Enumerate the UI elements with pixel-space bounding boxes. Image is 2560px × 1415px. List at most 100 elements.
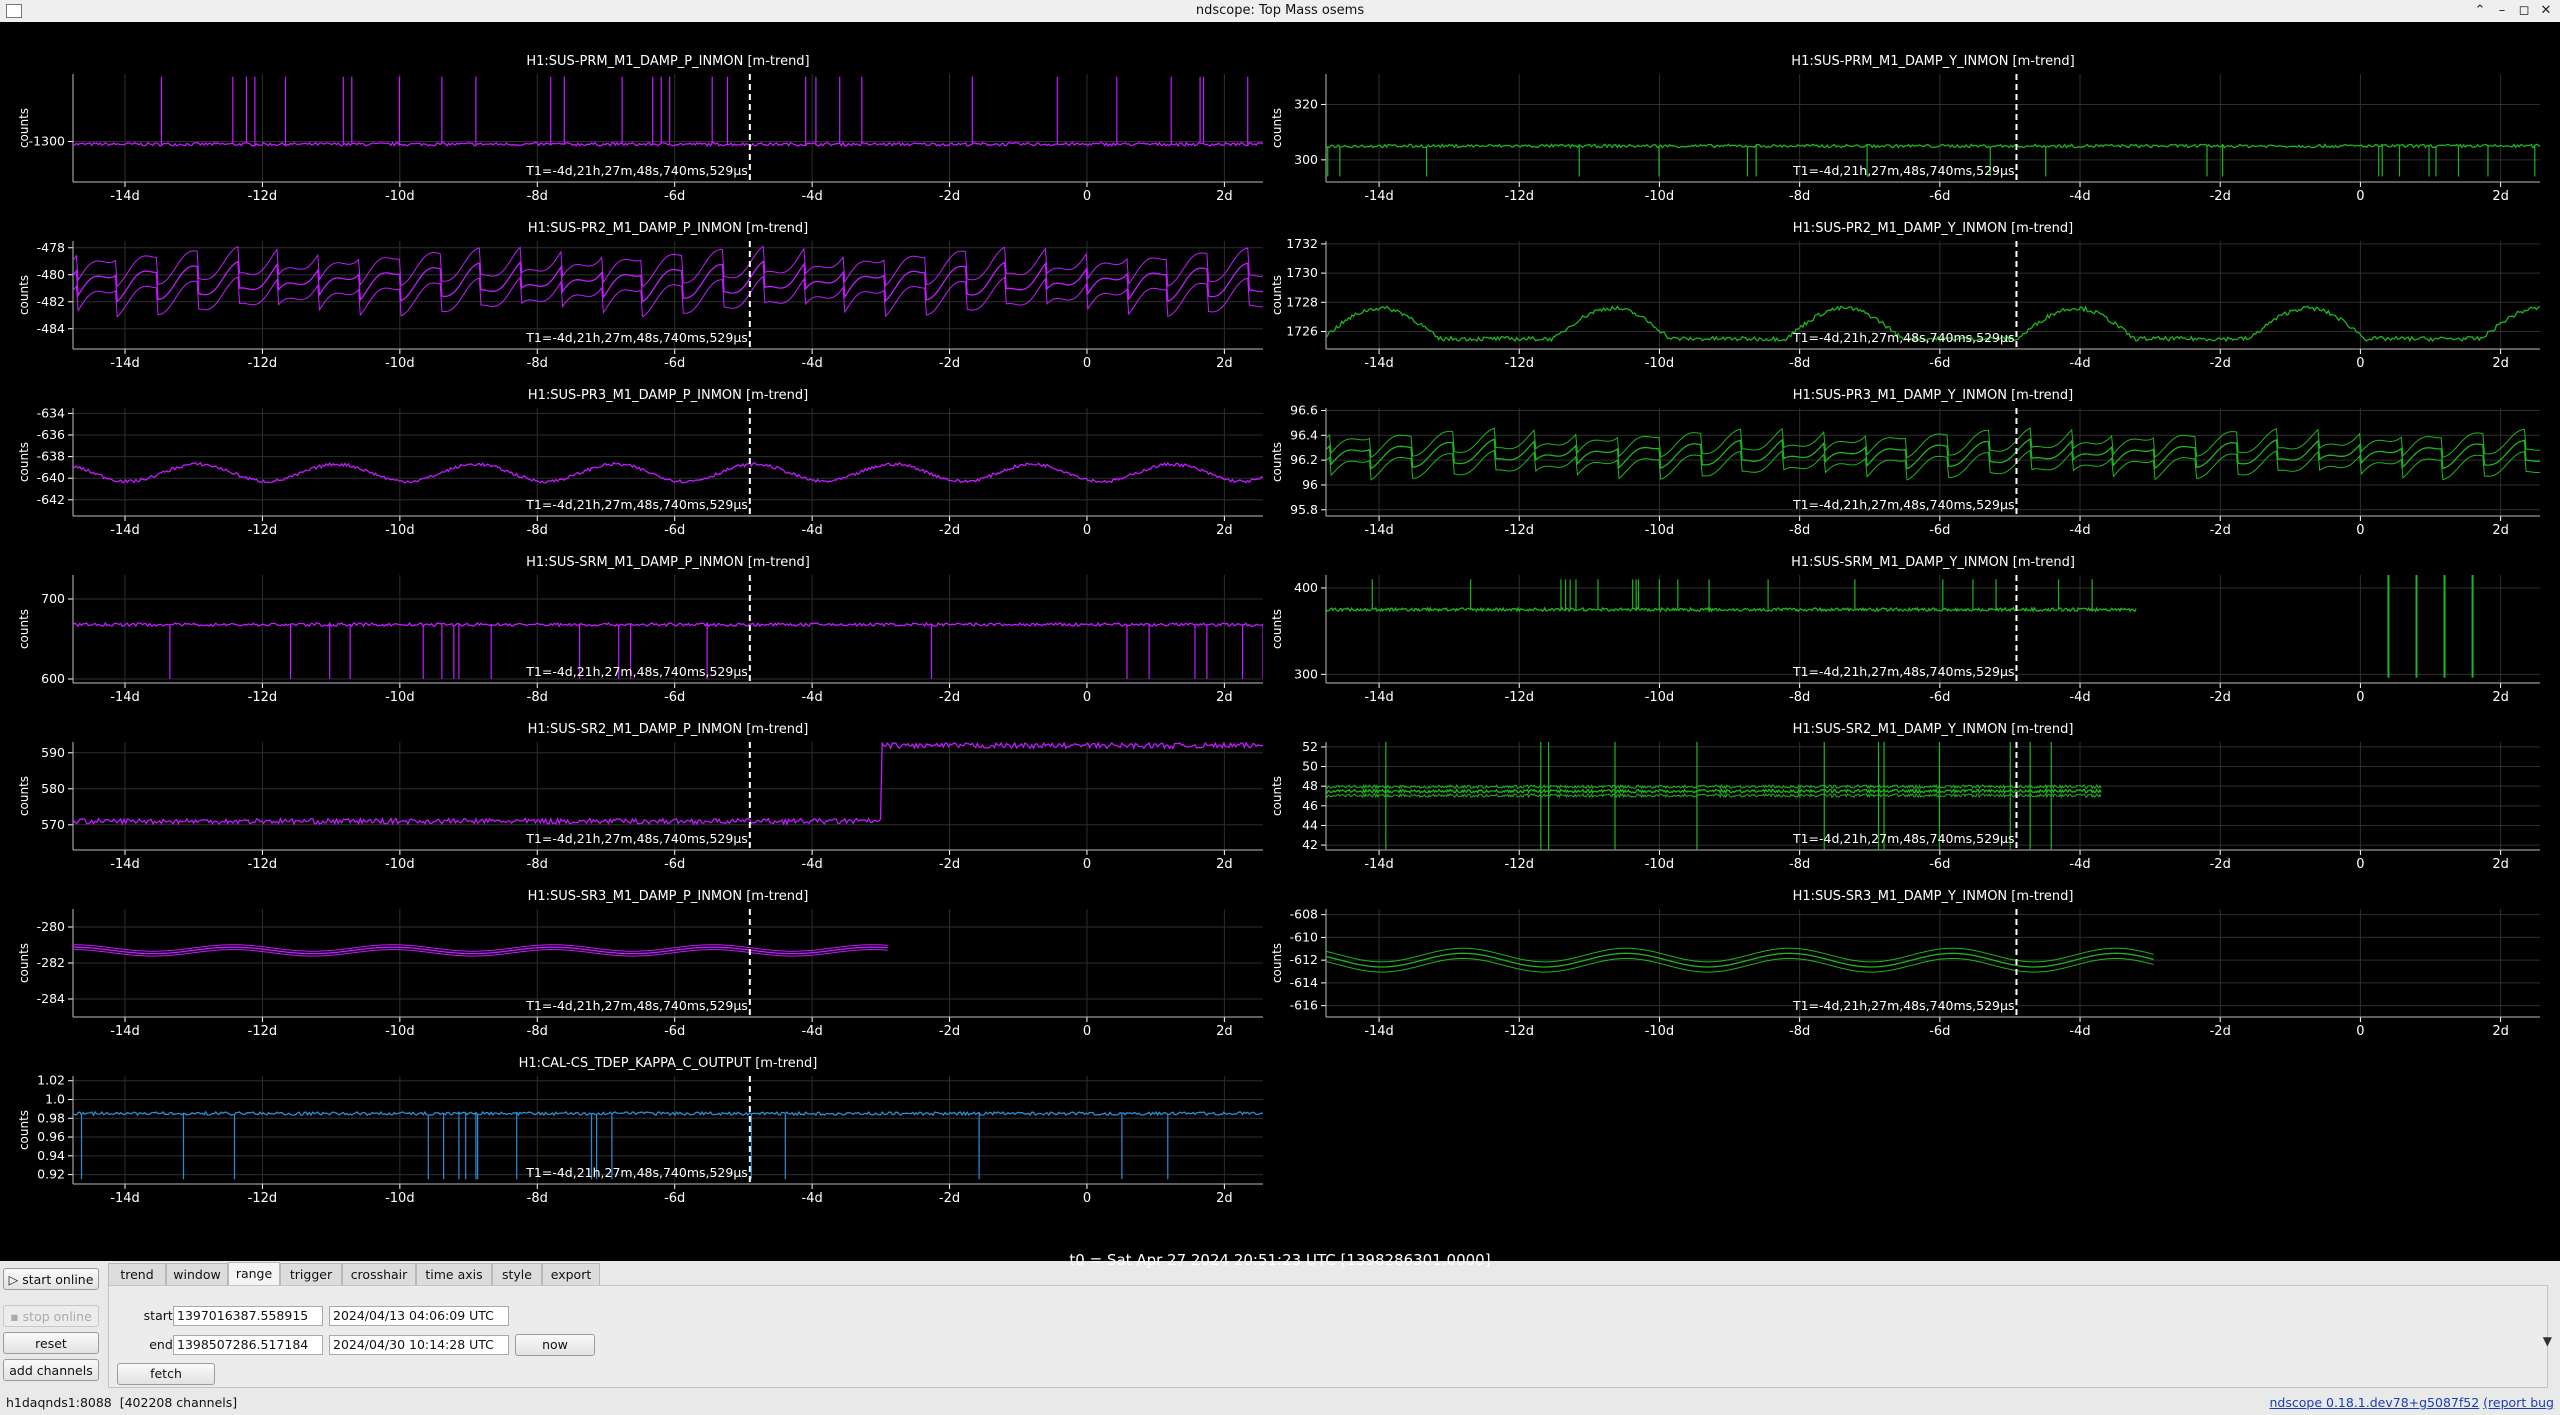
window-minimize-button[interactable]: – (2492, 1, 2512, 21)
x-tick-label: 0 (1083, 690, 1091, 705)
trace-line (73, 621, 1263, 628)
tab-export[interactable]: export (542, 1263, 600, 1285)
y-axis-label: counts (1270, 275, 1284, 315)
x-tick-label: -4d (2069, 690, 2090, 705)
y-axis-label: counts (1270, 776, 1284, 816)
reset-button[interactable]: reset (3, 1332, 99, 1354)
scroll-down-icon[interactable]: ▼ (2543, 1334, 2552, 1348)
x-tick-label: 2d (1216, 1191, 1233, 1206)
y-axis-label: counts (17, 275, 31, 315)
window-shade-button[interactable]: ⌃ (2470, 1, 2490, 21)
start-online-label: start online (22, 1272, 94, 1287)
y-tick-label: -642 (37, 492, 65, 507)
x-tick-label: 2d (2492, 189, 2509, 204)
x-tick-label: -6d (664, 523, 685, 538)
now-button[interactable]: now (515, 1334, 595, 1356)
x-tick-label: -14d (1364, 189, 1394, 204)
x-tick-label: -10d (385, 189, 415, 204)
x-tick-label: 0 (2356, 690, 2364, 705)
x-tick-label: -2d (939, 1191, 960, 1206)
plot-title: H1:CAL-CS_TDEP_KAPPA_C_OUTPUT [m-trend] (519, 1056, 818, 1071)
plot-title: H1:SUS-PR3_M1_DAMP_P_INMON [m-trend] (528, 388, 808, 403)
start-utc-field[interactable]: 2024/04/13 04:06:09 UTC (329, 1306, 509, 1326)
plot-panel-6: H1:SUS-SRM_M1_DAMP_P_INMON [m-trend] coun… (17, 555, 1263, 705)
x-tick-label: -6d (1929, 857, 1950, 872)
x-tick-label: -4d (802, 523, 823, 538)
start-online-button[interactable]: ▷ start online (3, 1268, 99, 1290)
plot-panel-0: H1:SUS-PRM_M1_DAMP_P_INMON [m-trend]coun… (17, 54, 1263, 204)
stop-online-label: stop online (22, 1309, 92, 1324)
x-tick-label: -6d (664, 1024, 685, 1039)
fetch-button[interactable]: fetch (117, 1363, 215, 1385)
version-link[interactable]: ndscope 0.18.1.dev78+g5087f52 (2270, 1395, 2480, 1410)
plot-title: H1:SUS-PRM_M1_DAMP_P_INMON [m-trend] (526, 54, 809, 69)
trace-line (73, 1110, 1263, 1117)
x-tick-label: 2d (2492, 356, 2509, 371)
tab-style[interactable]: style (492, 1263, 542, 1285)
y-axis-label: counts (17, 943, 31, 983)
y-tick-label: 0.92 (37, 1167, 65, 1182)
x-tick-label: -12d (1505, 1024, 1535, 1039)
y-tick-label: -640 (37, 470, 65, 485)
plot-panel-5: H1:SUS-PR3_M1_DAMP_Y_INMON [m-trend] coun… (1270, 388, 2540, 538)
window-title: ndscope: Top Mass osems (1195, 3, 1365, 18)
x-tick-label: -10d (385, 857, 415, 872)
x-tick-label: -14d (1364, 523, 1394, 538)
x-tick-label: -2d (2210, 356, 2231, 371)
tab-trend[interactable]: trend (108, 1263, 166, 1285)
t1-cursor-label: T1=-4d,21h,27m,48s,740ms,529μs (525, 831, 748, 846)
y-tick-label: 46 (1302, 798, 1318, 813)
y-tick-label: 44 (1302, 817, 1318, 832)
window-close-button[interactable]: ✕ (2536, 1, 2556, 21)
y-axis-label: counts (17, 609, 31, 649)
y-axis-label: counts (17, 776, 31, 816)
plot-grid[interactable]: H1:SUS-PRM_M1_DAMP_P_INMON [m-trend] coun… (0, 22, 2560, 1269)
plot-panel-12: H1:CAL-CS_TDEP_KAPPA_C_OUTPUT [m-trend] c… (17, 1056, 1263, 1206)
y-tick-label: 96.6 (1290, 402, 1318, 417)
x-tick-label: 0 (1083, 857, 1091, 872)
tab-crosshair[interactable]: crosshair (342, 1263, 416, 1285)
y-tick-label: -608 (1290, 907, 1318, 922)
x-tick-label: -8d (1789, 1024, 1810, 1039)
add-channels-button[interactable]: add channels (3, 1359, 99, 1381)
plot-title: H1:SUS-PRM_M1_DAMP_Y_INMON [m-trend] (1791, 54, 2074, 69)
trace-line (73, 260, 1263, 303)
end-utc-field[interactable]: 2024/04/30 10:14:28 UTC (329, 1335, 509, 1355)
x-tick-label: -4d (2069, 523, 2090, 538)
end-gps-field[interactable]: 1398507286.517184 (173, 1335, 323, 1355)
tab-time-axis[interactable]: time axis (416, 1263, 492, 1285)
y-tick-label: 96 (1302, 477, 1318, 492)
x-tick-label: -8d (527, 356, 548, 371)
x-tick-label: -8d (527, 523, 548, 538)
x-tick-label: -10d (1645, 1024, 1675, 1039)
y-axis-label: counts (17, 442, 31, 482)
x-tick-label: 2d (1216, 1024, 1233, 1039)
plot-title: H1:SUS-PR3_M1_DAMP_Y_INMON [m-trend] (1793, 388, 2073, 403)
y-tick-label: 52 (1302, 739, 1318, 754)
tab-range[interactable]: range (228, 1262, 280, 1286)
x-tick-label: -12d (1505, 356, 1535, 371)
plots-canvas[interactable]: H1:SUS-PRM_M1_DAMP_P_INMON [m-trend] coun… (0, 22, 2560, 1261)
start-label: start: (143, 1308, 177, 1323)
x-tick-label: 2d (1216, 857, 1233, 872)
y-axis-label: counts (1270, 609, 1284, 649)
x-tick-label: -8d (1789, 690, 1810, 705)
start-gps-field[interactable]: 1397016387.558915 (173, 1306, 323, 1326)
x-tick-label: 0 (1083, 189, 1091, 204)
report-bug-link[interactable]: (report bug (2483, 1395, 2554, 1410)
x-tick-label: -6d (1929, 1024, 1950, 1039)
plot-title: H1:SUS-SR3_M1_DAMP_P_INMON [m-trend] (528, 889, 809, 904)
tab-trigger[interactable]: trigger (280, 1263, 342, 1285)
plot-panel-3: H1:SUS-PR2_M1_DAMP_Y_INMON [m-trend] coun… (1270, 221, 2540, 371)
plot-panel-10: H1:SUS-SR3_M1_DAMP_P_INMON [m-trend] coun… (17, 889, 1263, 1039)
tab-window[interactable]: window (166, 1263, 228, 1285)
trace-min-line (1326, 792, 2102, 799)
x-tick-label: -12d (248, 356, 278, 371)
y-tick-label: 50 (1302, 759, 1318, 774)
window-maximize-button[interactable]: ◻ (2514, 1, 2534, 21)
x-tick-label: 2d (2492, 690, 2509, 705)
x-tick-label: -8d (527, 690, 548, 705)
y-tick-label: -614 (1290, 975, 1318, 990)
x-tick-label: -6d (1929, 356, 1950, 371)
x-tick-label: -2d (939, 356, 960, 371)
